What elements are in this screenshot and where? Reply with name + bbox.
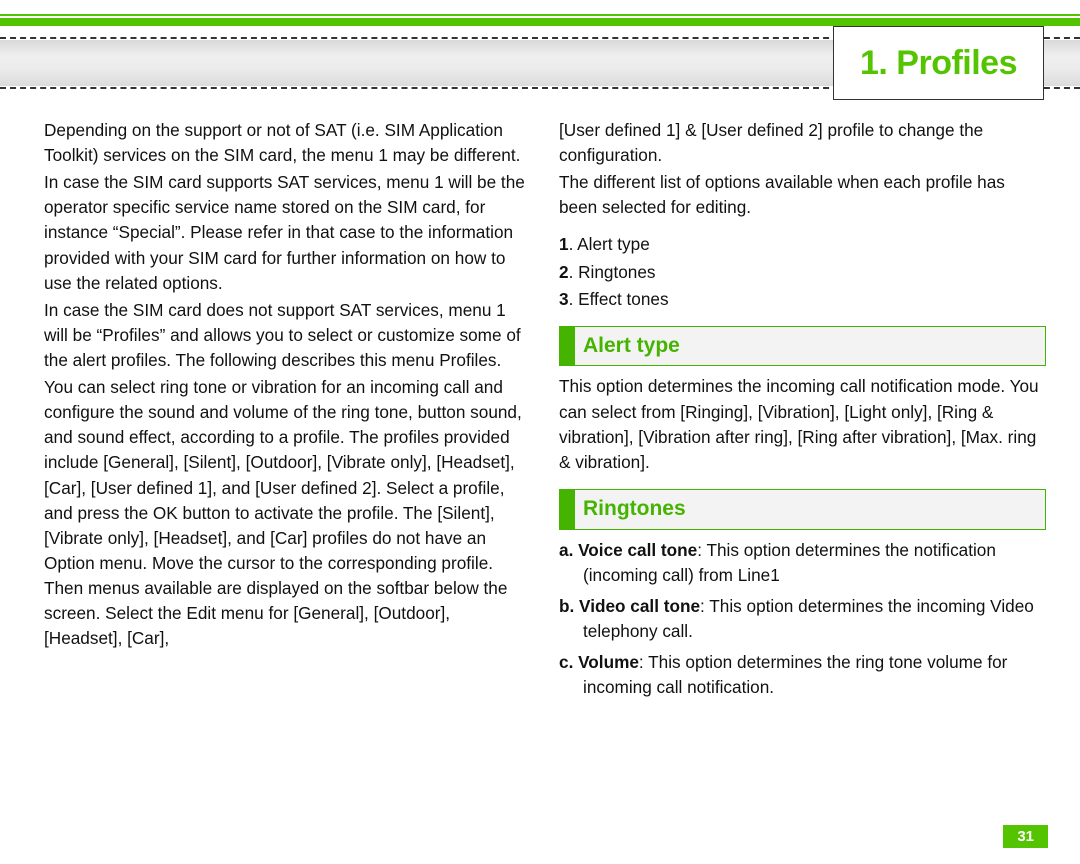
list-item: 3. Effect tones [559, 287, 1046, 312]
paragraph: In case the SIM card supports SAT servic… [44, 170, 531, 296]
list-item: a. Voice call tone: This option determin… [559, 538, 1046, 588]
thin-green-line [0, 14, 1080, 16]
paragraph: In case the SIM card does not support SA… [44, 298, 531, 373]
chapter-title-box: 1. Profiles [833, 26, 1044, 100]
left-column: Depending on the support or not of SAT (… [44, 118, 531, 706]
section-header-ringtones: Ringtones [559, 489, 1046, 530]
section-header-alert-type: Alert type [559, 326, 1046, 367]
paragraph: [User defined 1] & [User defined 2] prof… [559, 118, 1046, 168]
paragraph: This option determines the incoming call… [559, 374, 1046, 474]
list-item: 1. Alert type [559, 232, 1046, 257]
list-item: 2. Ringtones [559, 260, 1046, 285]
list-item: b. Video call tone: This option determin… [559, 594, 1046, 644]
content-area: Depending on the support or not of SAT (… [0, 86, 1080, 706]
list-item: c. Volume: This option determines the ri… [559, 650, 1046, 700]
header-decoration-top [0, 0, 1080, 26]
header-band: 1. Profiles [0, 40, 1080, 86]
paragraph: Depending on the support or not of SAT (… [44, 118, 531, 168]
paragraph: You can select ring tone or vibration fo… [44, 375, 531, 651]
right-column: [User defined 1] & [User defined 2] prof… [559, 118, 1046, 706]
page-number: 31 [1003, 825, 1048, 848]
chapter-title: 1. Profiles [860, 44, 1017, 83]
thick-green-line [0, 18, 1080, 26]
paragraph: The different list of options available … [559, 170, 1046, 220]
